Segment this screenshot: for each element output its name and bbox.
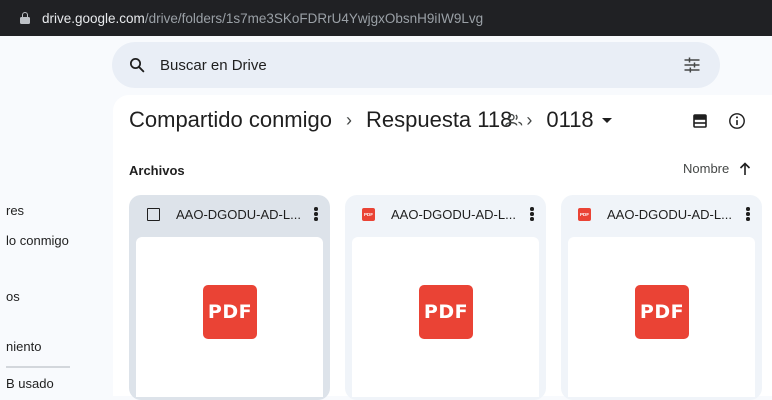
breadcrumb-separator: › bbox=[345, 109, 352, 130]
breadcrumb-shared[interactable]: Compartido conmigo bbox=[129, 107, 332, 133]
breadcrumb-folder[interactable]: Respuesta 118 bbox=[366, 107, 512, 133]
file-card[interactable]: PDF AAO-DGODU-AD-L... PDF bbox=[561, 195, 762, 400]
search-icon bbox=[129, 57, 145, 73]
file-thumbnail[interactable]: PDF bbox=[136, 237, 323, 397]
chevron-down-icon bbox=[601, 117, 612, 123]
more-options-icon[interactable] bbox=[530, 207, 534, 221]
select-checkbox[interactable] bbox=[147, 207, 160, 221]
file-card[interactable]: PDF AAO-DGODU-AD-L... PDF bbox=[345, 195, 546, 400]
breadcrumb: Compartido conmigo › Respuesta 118 › 011… bbox=[129, 107, 612, 133]
sort-label: Nombre bbox=[683, 161, 730, 176]
breadcrumb-separator: › bbox=[526, 109, 533, 130]
pdf-icon: PDF bbox=[635, 285, 689, 339]
pdf-icon: PDF bbox=[419, 285, 473, 339]
sidebar-item-shared[interactable]: lo conmigo bbox=[6, 233, 69, 248]
section-title-files: Archivos bbox=[129, 163, 185, 178]
sidebar-item-0[interactable]: res bbox=[6, 203, 24, 218]
storage-usage-text: B usado bbox=[6, 376, 54, 391]
info-icon[interactable] bbox=[728, 112, 746, 130]
browser-url-bar[interactable]: drive.google.com/drive/folders/1s7me3SKo… bbox=[0, 0, 772, 36]
arrow-up-icon bbox=[740, 161, 751, 175]
file-thumbnail[interactable]: PDF bbox=[352, 237, 539, 397]
sort-by-name-button[interactable]: Nombre bbox=[683, 161, 751, 176]
breadcrumb-current-folder[interactable]: 0118 bbox=[546, 107, 612, 133]
search-input[interactable]: Buscar en Drive bbox=[160, 57, 267, 74]
file-name: AAO-DGODU-AD-L... bbox=[176, 206, 301, 222]
main-panel: Compartido conmigo › Respuesta 118 › 011… bbox=[113, 95, 772, 400]
tune-icon[interactable] bbox=[682, 55, 702, 75]
more-options-icon[interactable] bbox=[746, 207, 750, 221]
file-name: AAO-DGODU-AD-L... bbox=[607, 206, 732, 222]
pdf-file-icon: PDF bbox=[362, 207, 375, 221]
pdf-icon: PDF bbox=[203, 285, 257, 339]
lock-icon bbox=[20, 12, 30, 24]
sidebar-item-storage[interactable]: niento bbox=[6, 339, 41, 354]
sidebar-item-2[interactable]: os bbox=[6, 289, 20, 304]
file-thumbnail[interactable]: PDF bbox=[568, 237, 755, 397]
people-icon[interactable] bbox=[505, 113, 523, 127]
file-name: AAO-DGODU-AD-L... bbox=[391, 206, 516, 222]
file-card[interactable]: AAO-DGODU-AD-L... PDF bbox=[129, 195, 330, 400]
search-bar[interactable]: Buscar en Drive bbox=[112, 42, 720, 88]
more-options-icon[interactable] bbox=[314, 207, 318, 221]
pdf-file-icon: PDF bbox=[578, 207, 591, 221]
storage-bar bbox=[6, 366, 70, 368]
url-text[interactable]: drive.google.com/drive/folders/1s7me3SKo… bbox=[42, 11, 483, 26]
list-view-icon[interactable] bbox=[693, 114, 707, 128]
